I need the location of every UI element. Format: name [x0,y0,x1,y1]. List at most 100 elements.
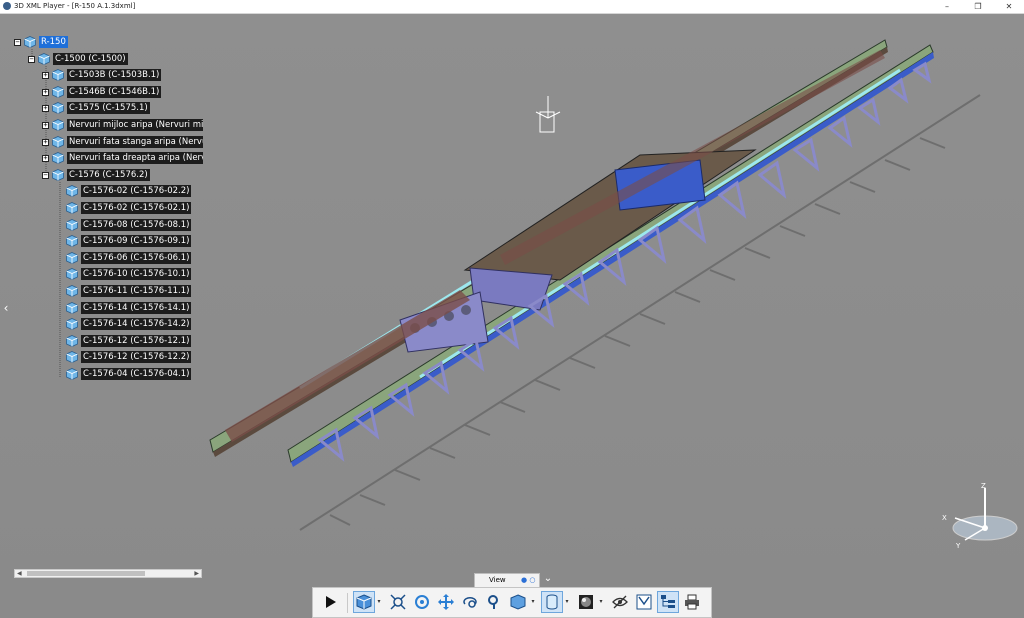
annotations-button[interactable] [633,591,655,613]
tree-node[interactable]: C-1576-06 (C-1576-06.1) [14,252,204,265]
tree-node[interactable]: C-1576-02 (C-1576-02.1) [14,202,204,215]
tree-node-label[interactable]: C-1500 (C-1500) [53,53,128,65]
shading-icon [579,595,593,609]
tree-node-label[interactable]: Nervuri fata stanga aripa (Nervur [67,136,203,148]
collapse-minus-icon[interactable]: − [42,172,49,179]
tree-node[interactable]: + Nervuri mijloc aripa (Nervuri mijloc [14,119,204,132]
tree-node-label[interactable]: C-1576-11 (C-1576-11.1) [81,285,192,297]
tree-node-label[interactable]: C-1576-02 (C-1576-02.1) [81,202,192,214]
tree-node[interactable]: + C-1546B (C-1546B.1) [14,86,204,99]
expand-plus-icon[interactable]: + [42,72,49,79]
tree-node-label[interactable]: C-1576-06 (C-1576-06.1) [81,252,192,264]
product-cube-icon [52,119,64,131]
axis-triad-icon [535,96,561,133]
product-cube-icon [52,86,64,98]
tree-node-label[interactable]: Nervuri fata dreapta aripa (Nervu [67,152,203,164]
scroll-right-icon[interactable]: ▶ [194,570,199,577]
tree-node[interactable]: C-1576-12 (C-1576-12.2) [14,351,204,364]
tree-node-label[interactable]: C-1576 (C-1576.2) [67,169,150,181]
render-style-dropdown[interactable]: ▾ [597,591,605,613]
cube-view-icon [356,594,372,610]
product-cube-icon [52,136,64,148]
expand-plus-icon[interactable]: + [42,89,49,96]
tree-node[interactable]: C-1576-09 (C-1576-09.1) [14,235,204,248]
title-bar: 3D XML Player - [R-150 A.1.3dxml] – ❐ ✕ [0,0,1024,14]
tree-node[interactable]: C-1576-11 (C-1576-11.1) [14,285,204,298]
standard-views-dropdown[interactable]: ▾ [529,591,537,613]
projection-button[interactable] [541,591,563,613]
minimize-button[interactable]: – [932,0,962,13]
tree-node[interactable]: C-1576-14 (C-1576-14.2) [14,318,204,331]
fit-all-icon [390,594,406,610]
tree-node[interactable]: − R-150 [14,36,204,49]
tree-node-label[interactable]: C-1575 (C-1575.1) [67,102,150,114]
tree-node[interactable]: + Nervuri fata dreapta aripa (Nervu [14,152,204,165]
tree-node[interactable]: + C-1575 (C-1575.1) [14,102,204,115]
tree-node[interactable]: C-1576-04 (C-1576-04.1) [14,368,204,381]
tree-node-label[interactable]: C-1576-12 (C-1576-12.1) [81,335,192,347]
expand-plus-icon[interactable]: + [42,105,49,112]
tree-horizontal-scrollbar[interactable]: ◀ ▶ [14,569,202,578]
tree-node[interactable]: C-1576-10 (C-1576-10.1) [14,268,204,281]
scroll-left-icon[interactable]: ◀ [17,570,22,577]
orbit-button[interactable] [459,591,481,613]
collapse-minus-icon[interactable]: − [28,56,35,63]
product-cube-icon [66,268,78,280]
expand-plus-icon[interactable]: + [42,139,49,146]
3d-viewport[interactable]: Z X Y − R-150 − C-1500 (C-1500) + C-1503B (C-… [0,14,1024,618]
pan-button[interactable] [435,591,457,613]
render-style-button[interactable] [575,591,597,613]
expand-plus-icon[interactable]: + [42,155,49,162]
view-page-dots[interactable]: ● ○ [521,574,535,587]
expand-plus-icon[interactable]: + [42,122,49,129]
play-button[interactable] [319,591,341,613]
pan-icon [438,594,454,610]
tree-node-label[interactable]: C-1546B (C-1546B.1) [67,86,162,98]
view-mode-dropdown[interactable]: ▾ [375,591,383,613]
tree-node[interactable]: C-1576-14 (C-1576-14.1) [14,302,204,315]
tree-node-label[interactable]: C-1503B (C-1503B.1) [67,69,162,81]
zoom-button[interactable] [483,591,505,613]
tree-node[interactable]: C-1576-08 (C-1576-08.1) [14,219,204,232]
tree-node[interactable]: C-1576-02 (C-1576-02.2) [14,185,204,198]
compass-icon[interactable]: Z X Y [942,482,1018,550]
rotate-icon [415,595,429,609]
hide-show-button[interactable] [609,591,631,613]
tree-node-label[interactable]: C-1576-14 (C-1576-14.1) [81,302,192,314]
collapse-minus-icon[interactable]: − [14,39,21,46]
tree-node-label[interactable]: C-1576-10 (C-1576-10.1) [81,268,192,280]
expand-toolbar-chevron-icon[interactable]: ⌄ [542,573,554,585]
fit-all-button[interactable] [387,591,409,613]
collapse-panel-chevron-icon[interactable]: ‹ [1,300,11,316]
product-cube-icon [66,285,78,297]
close-button[interactable]: ✕ [994,0,1024,13]
compass-y-label: Y [955,542,961,550]
tree-node[interactable]: C-1576-12 (C-1576-12.1) [14,335,204,348]
tree-node[interactable]: + Nervuri fata stanga aripa (Nervur [14,136,204,149]
view-tab-label: View [489,576,506,584]
tree-node-label[interactable]: C-1576-08 (C-1576-08.1) [81,219,192,231]
tree-node[interactable]: − C-1500 (C-1500) [14,53,204,66]
view-panel-tab[interactable]: View ● ○ [474,573,540,587]
eye-icon [612,595,628,609]
tree-node-label[interactable]: C-1576-14 (C-1576-14.2) [81,318,192,330]
tree-node[interactable]: + C-1503B (C-1503B.1) [14,69,204,82]
product-cube-icon [66,302,78,314]
tree-node-label[interactable]: R-150 [39,36,68,48]
print-button[interactable] [681,591,703,613]
printer-icon [685,594,699,610]
tree-node-label[interactable]: C-1576-04 (C-1576-04.1) [81,368,192,380]
restore-button[interactable]: ❐ [963,0,993,13]
view-toolbar: ▾ ▾ ▾ ▾ [312,587,712,618]
scroll-thumb[interactable] [27,571,145,576]
standard-views-button[interactable] [507,591,529,613]
tree-node-label[interactable]: Nervuri mijloc aripa (Nervuri mijloc [67,119,203,131]
view-mode-button[interactable] [353,591,375,613]
rotate-button[interactable] [411,591,433,613]
tree-node[interactable]: − C-1576 (C-1576.2) [14,169,204,182]
tree-node-label[interactable]: C-1576-12 (C-1576-12.2) [81,351,192,363]
tree-node-label[interactable]: C-1576-09 (C-1576-09.1) [81,235,192,247]
tree-toggle-button[interactable] [657,591,679,613]
projection-dropdown[interactable]: ▾ [563,591,571,613]
tree-node-label[interactable]: C-1576-02 (C-1576-02.2) [81,185,192,197]
